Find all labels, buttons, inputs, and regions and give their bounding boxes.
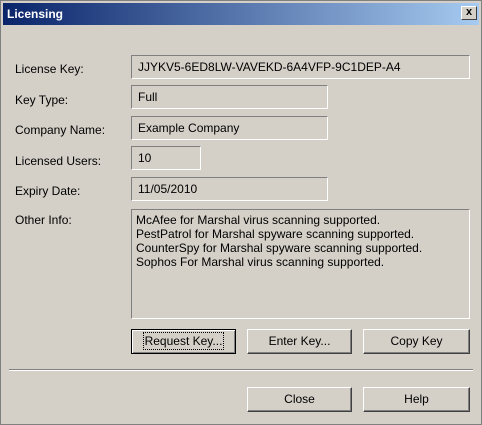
request-key-label: Request Key... [142, 332, 225, 350]
request-key-button[interactable]: Request Key... [131, 329, 236, 354]
expiry-date-field[interactable]: 11/05/2010 [131, 177, 328, 201]
enter-key-button[interactable]: Enter Key... [247, 329, 352, 354]
license-key-label: License Key: [15, 62, 84, 76]
title-bar: Licensing x [3, 3, 479, 25]
other-info-line: Sophos For Marshal virus scanning suppor… [136, 255, 385, 269]
company-name-field[interactable]: Example Company [131, 116, 328, 140]
other-info-line: McAfee for Marshal virus scanning suppor… [136, 213, 381, 227]
help-button[interactable]: Help [363, 387, 470, 412]
other-info-label: Other Info: [15, 213, 72, 227]
other-info-line: PestPatrol for Marshal spyware scanning … [136, 227, 415, 241]
close-button[interactable]: Close [247, 387, 352, 412]
licensing-dialog: Licensing x License Key: JJYKV5-6ED8LW-V… [0, 0, 482, 425]
expiry-date-label: Expiry Date: [15, 184, 81, 198]
licensed-users-label: Licensed Users: [15, 154, 102, 168]
key-type-label: Key Type: [15, 93, 69, 107]
window-title: Licensing [7, 7, 64, 21]
other-info-line: CounterSpy for Marshal spyware scanning … [136, 241, 423, 255]
close-icon[interactable]: x [461, 6, 477, 20]
company-name-label: Company Name: [15, 123, 106, 137]
key-type-field[interactable]: Full [131, 85, 328, 109]
copy-key-button[interactable]: Copy Key [363, 329, 470, 354]
other-info-textarea[interactable]: McAfee for Marshal virus scanning suppor… [131, 209, 470, 319]
license-key-field[interactable]: JJYKV5-6ED8LW-VAVEKD-6A4VFP-9C1DEP-A4 [131, 55, 470, 79]
footer-divider [9, 369, 473, 371]
licensed-users-field[interactable]: 10 [131, 146, 201, 170]
